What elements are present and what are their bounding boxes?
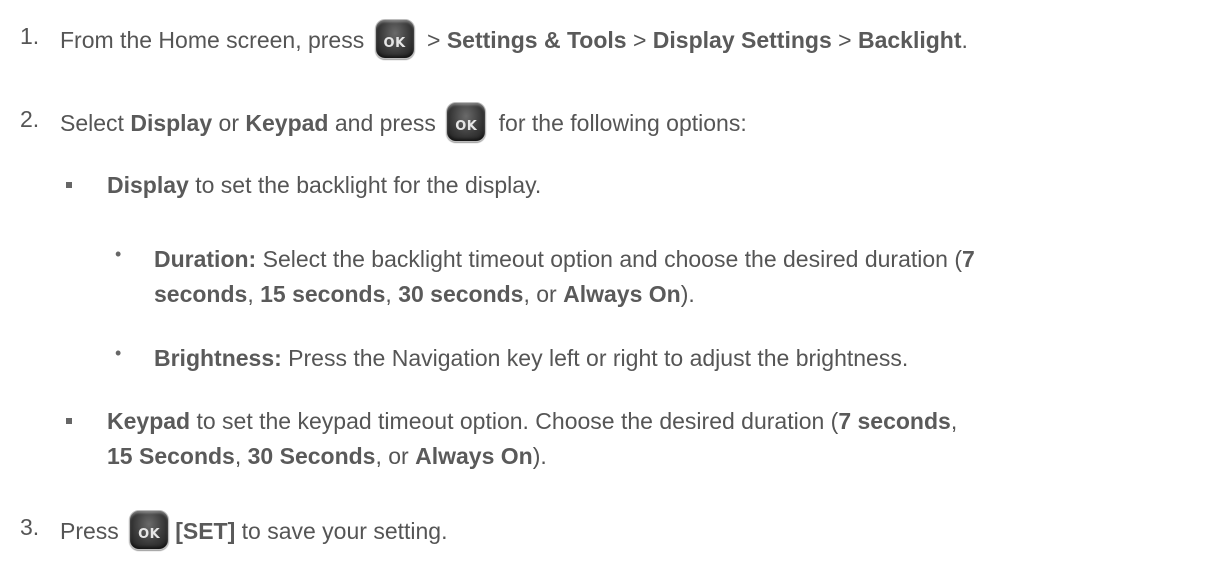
step-number: 3. (20, 514, 40, 540)
set-softkey-label: [SET] (175, 518, 236, 545)
square-bullet-icon (66, 182, 72, 188)
option-keypad: Keypad (245, 110, 329, 137)
step-text: From the Home screen, press (60, 27, 365, 54)
ok-key-icon: OK (446, 102, 487, 142)
step-number: 1. (20, 23, 40, 49)
duration-option: Duration: Select the backlight timeout o… (154, 246, 975, 272)
menu-backlight: Backlight (857, 27, 962, 54)
dot-bullet-icon: • (115, 343, 122, 363)
keypad-option: Keypad to set the keypad timeout option.… (107, 408, 958, 434)
dot-bullet-icon: • (115, 244, 122, 264)
keypad-option-cont: 15 Seconds, 30 Seconds, or Always On). (107, 443, 547, 469)
square-bullet-icon (66, 418, 72, 424)
display-option: Display to set the backlight for the dis… (107, 172, 542, 198)
option-display: Display (130, 110, 213, 137)
ok-key-icon: OK (374, 19, 415, 59)
menu-display-settings: Display Settings (652, 27, 832, 54)
duration-option-cont: seconds, 15 seconds, 30 seconds, or Alwa… (154, 281, 695, 307)
step-number: 2. (20, 106, 40, 132)
menu-settings-tools: Settings & Tools (446, 27, 627, 54)
brightness-option: Brightness: Press the Navigation key lef… (154, 345, 909, 371)
ok-key-icon: OK (129, 510, 170, 550)
